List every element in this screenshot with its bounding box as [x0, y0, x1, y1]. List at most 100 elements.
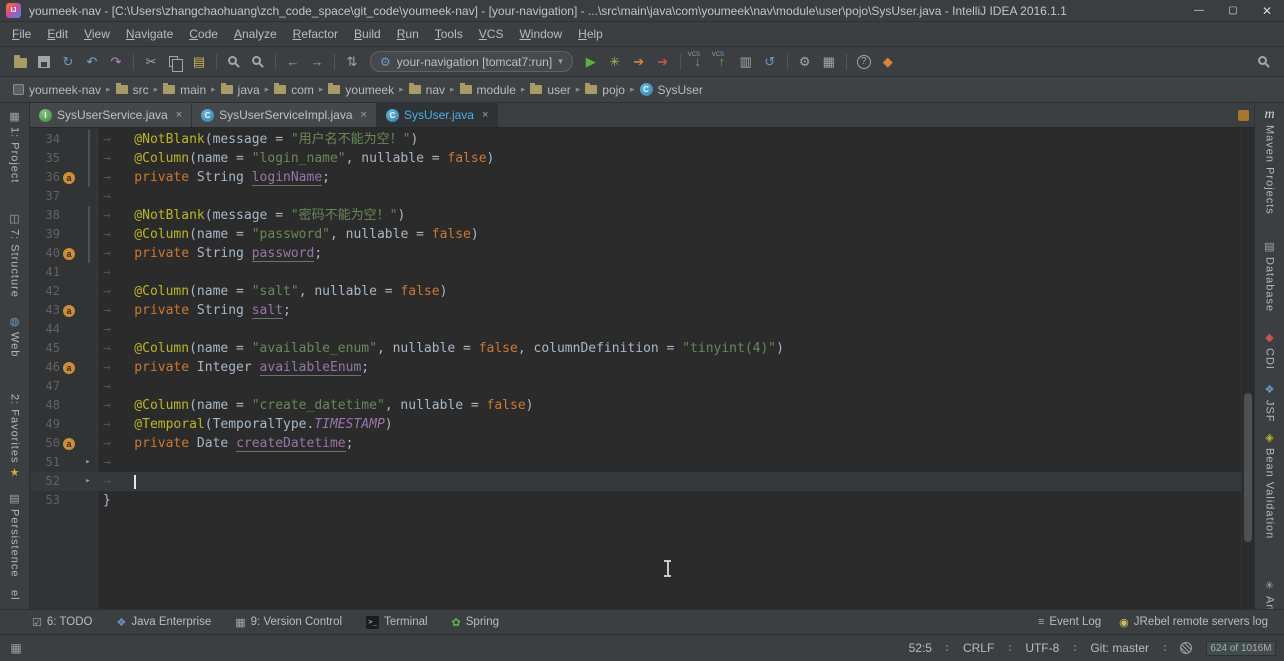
undo-icon[interactable]: ↶ [80, 51, 104, 73]
tool-window-button-todo[interactable]: ☑6: TODO [32, 616, 92, 629]
tool-window-button-jrebel-log[interactable]: ◉JRebel remote servers log [1119, 616, 1268, 629]
code-line-44[interactable]: 44→ [30, 320, 1254, 339]
forward-icon[interactable]: → [305, 51, 329, 73]
code-line-49[interactable]: 49→@Temporal(TemporalType.TIMESTAMP) [30, 415, 1254, 434]
close-button[interactable]: ✕ [1250, 0, 1284, 21]
annotation-gutter-icon[interactable]: a [63, 248, 75, 260]
inspections-profile-icon[interactable] [1180, 642, 1192, 654]
open-icon[interactable] [8, 51, 32, 73]
code-line-41[interactable]: 41→ [30, 263, 1254, 282]
breadcrumb-user[interactable]: user [527, 82, 573, 98]
status-caret-position[interactable]: 52:5 [909, 641, 932, 655]
diff-icon[interactable]: ▥ [734, 51, 758, 73]
code-line-46[interactable]: 46a→private Integer availableEnum; [30, 358, 1254, 377]
cut-icon[interactable]: ✂ [139, 51, 163, 73]
breadcrumb-SysUser[interactable]: CSysUser [637, 82, 706, 98]
tool-stripe-favorites[interactable]: 2: Favorites★ [9, 394, 21, 479]
breadcrumb-src[interactable]: src [113, 82, 152, 98]
code-line-38[interactable]: 38→@NotBlank(message = "密码不能为空！") [30, 206, 1254, 225]
run-icon[interactable]: ▶ [579, 51, 603, 73]
status-line-separator[interactable]: CRLF [963, 641, 994, 655]
menu-tools[interactable]: Tools [427, 24, 471, 44]
close-icon[interactable]: × [176, 109, 182, 121]
tool-window-button-version-control[interactable]: ▦9: Version Control [235, 616, 342, 629]
menu-edit[interactable]: Edit [39, 24, 76, 44]
minimize-button[interactable]: — [1182, 0, 1216, 21]
save-all-icon[interactable] [32, 51, 56, 73]
tool-stripe-maven-projects[interactable]: mMaven Projects [1264, 109, 1276, 215]
tool-stripe-project[interactable]: ▦1: Project [9, 111, 21, 183]
menu-build[interactable]: Build [346, 24, 389, 44]
project-structure-icon[interactable]: ▦ [817, 51, 841, 73]
tab-SysUserService.java[interactable]: ISysUserService.java× [30, 103, 192, 127]
tool-window-toggle-icon[interactable]: ▦ [8, 640, 24, 656]
tool-stripe-structure[interactable]: ◫7: Structure [9, 213, 21, 298]
code-line-42[interactable]: 42→@Column(name = "salt", nullable = fal… [30, 282, 1254, 301]
back-icon[interactable]: ← [281, 51, 305, 73]
breadcrumb-pojo[interactable]: pojo [582, 82, 628, 98]
copy-icon[interactable] [163, 51, 187, 73]
menu-analyze[interactable]: Analyze [226, 24, 285, 44]
menu-navigate[interactable]: Navigate [118, 24, 181, 44]
vcs-update-icon[interactable]: ↓VCS [686, 51, 710, 73]
search-everywhere-icon[interactable] [1252, 51, 1276, 73]
tool-window-button-java-enterprise[interactable]: ❖Java Enterprise [116, 616, 211, 629]
code-line-35[interactable]: 35→@Column(name = "login_name", nullable… [30, 149, 1254, 168]
jrebel-config-icon[interactable]: ◆ [876, 51, 900, 73]
scrollbar-thumb[interactable] [1244, 393, 1252, 542]
rollback-icon[interactable]: ↺ [758, 51, 782, 73]
menu-vcs[interactable]: VCS [471, 24, 512, 44]
breadcrumb-youmeek-nav[interactable]: youmeek-nav [10, 82, 104, 98]
fold-arrow-icon[interactable]: ▸ [85, 472, 90, 491]
menu-file[interactable]: File [4, 24, 39, 44]
close-icon[interactable]: × [482, 109, 488, 121]
maximize-button[interactable]: ▢ [1216, 0, 1250, 21]
annotation-gutter-icon[interactable]: a [63, 172, 75, 184]
synchronize-icon[interactable]: ↻ [56, 51, 80, 73]
menu-view[interactable]: View [76, 24, 118, 44]
breadcrumb-com[interactable]: com [271, 82, 317, 98]
paste-icon[interactable]: ▤ [187, 51, 211, 73]
code-line-34[interactable]: 34→@NotBlank(message = "用户名不能为空！") [30, 130, 1254, 149]
inspection-status-icon[interactable] [1238, 110, 1249, 121]
status-vcs-branch[interactable]: Git: master [1090, 641, 1149, 655]
tool-window-button-spring[interactable]: ✿Spring [452, 616, 499, 629]
run-configuration-select[interactable]: ⚙ your-navigation [tomcat7:run] ▾ [370, 51, 573, 72]
breadcrumb-nav[interactable]: nav [406, 82, 448, 98]
menu-code[interactable]: Code [181, 24, 226, 44]
jrebel-debug-icon[interactable]: ➔ [651, 51, 675, 73]
fold-arrow-icon[interactable]: ▸ [85, 453, 90, 472]
menu-help[interactable]: Help [570, 24, 611, 44]
find-icon[interactable] [222, 51, 246, 73]
tool-stripe-el[interactable]: el [9, 590, 21, 601]
code-line-53[interactable]: 53} [30, 491, 1254, 510]
tool-stripe-cdi[interactable]: ◆CDI [1264, 332, 1276, 370]
tab-SysUser.java[interactable]: CSysUser.java× [377, 103, 498, 127]
breadcrumb-java[interactable]: java [218, 82, 263, 98]
jrebel-run-icon[interactable]: ➔ [627, 51, 651, 73]
code-line-43[interactable]: 43a→private String salt; [30, 301, 1254, 320]
vcs-commit-icon[interactable]: ↑VCS [710, 51, 734, 73]
memory-indicator[interactable]: 624 of 1016M [1206, 641, 1276, 656]
tool-window-button-terminal[interactable]: >_Terminal [366, 616, 427, 629]
replace-icon[interactable] [246, 51, 270, 73]
close-icon[interactable]: × [361, 109, 367, 121]
code-line-51[interactable]: 51▸→ [30, 453, 1254, 472]
tab-SysUserServiceImpl.java[interactable]: CSysUserServiceImpl.java× [192, 103, 377, 127]
editor-scrollbar[interactable] [1241, 128, 1254, 609]
tool-stripe-web[interactable]: ◍Web [9, 316, 21, 357]
tool-stripe-jsf[interactable]: ❖JSF [1264, 384, 1276, 423]
tool-window-button-event-log[interactable]: ≡Event Log [1038, 616, 1101, 628]
tool-stripe-bean-validation[interactable]: ◈Bean Validation [1264, 432, 1276, 539]
redo-icon[interactable]: ↷ [104, 51, 128, 73]
help-icon[interactable]: ? [852, 51, 876, 73]
line-sort-icon[interactable]: ⇅ [340, 51, 364, 73]
code-line-45[interactable]: 45→@Column(name = "available_enum", null… [30, 339, 1254, 358]
settings-icon[interactable]: ⚙ [793, 51, 817, 73]
code-line-37[interactable]: 37→ [30, 187, 1254, 206]
breadcrumb-module[interactable]: module [457, 82, 519, 98]
menu-window[interactable]: Window [511, 24, 570, 44]
code-line-47[interactable]: 47→ [30, 377, 1254, 396]
code-line-50[interactable]: 50a→private Date createDatetime; [30, 434, 1254, 453]
tool-stripe-database[interactable]: ▤Database [1264, 241, 1276, 312]
